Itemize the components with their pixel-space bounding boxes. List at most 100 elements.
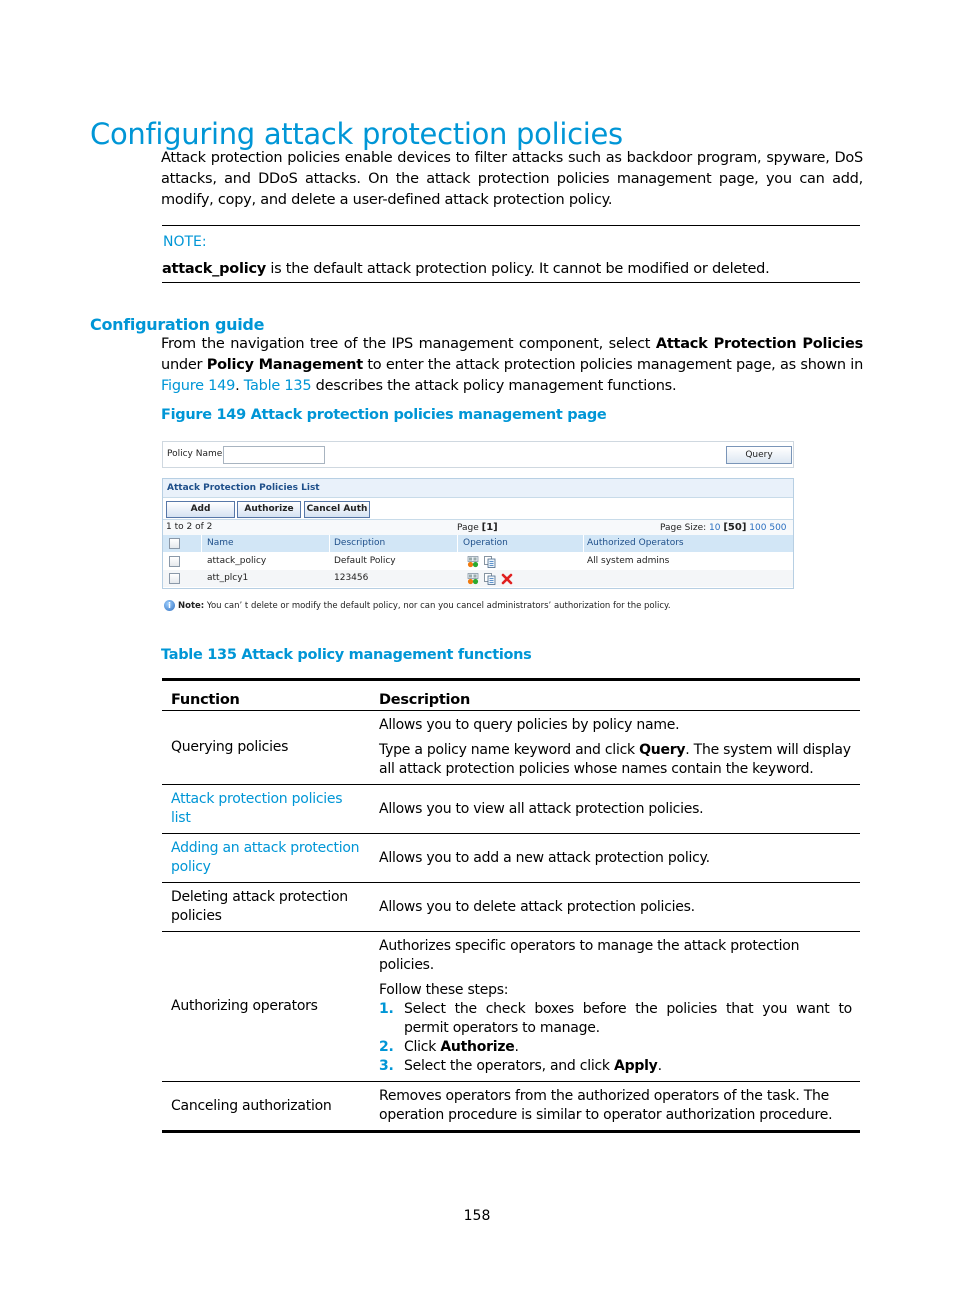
step-text: . [514, 1039, 519, 1055]
function-cell: Deleting attack protection policies [162, 882, 370, 932]
description-cell: Allows you to add a new attack protectio… [370, 833, 860, 883]
page-number: 158 [463, 1208, 491, 1224]
bold-term: Query [639, 742, 686, 758]
page-size-10[interactable]: 10 [709, 523, 720, 533]
step-item: 2. Click Authorize. [379, 1038, 852, 1057]
note-box: NOTE: attack_policy is the default attac… [162, 225, 860, 283]
delete-icon[interactable] [501, 573, 513, 585]
bold-term: Apply [614, 1058, 658, 1074]
table-caption: Table 135 Attack policy management funct… [161, 647, 532, 663]
step-number: 2. [379, 1039, 394, 1055]
copy-icon[interactable] [484, 556, 496, 568]
row-checkbox[interactable] [169, 556, 180, 567]
table-row: attack_policy Default Policy All system … [163, 553, 793, 570]
note-body: is the default attack protection policy.… [266, 261, 770, 277]
function-link[interactable]: Adding an attack protection policy [171, 840, 360, 875]
page-label: Page [457, 523, 482, 533]
policy-description: Default Policy [334, 556, 396, 566]
figure-link[interactable]: Figure 149 [161, 378, 235, 394]
ui-note: i Note: You can’ t delete or modify the d… [164, 600, 671, 611]
step-number: 3. [379, 1058, 394, 1074]
table-row: Deleting attack protection policies Allo… [162, 882, 860, 932]
functions-table: Function Description Querying policies A… [162, 678, 860, 1133]
step-item: 1. Select the check boxes before the poli… [379, 1000, 852, 1038]
list-title-bar: Attack Protection Policies List [163, 479, 793, 498]
description-line: Follow these steps: [379, 982, 509, 998]
intro-paragraph: Attack protection policies enable device… [161, 150, 863, 208]
step-text: . [657, 1058, 662, 1074]
info-icon: i [164, 600, 175, 611]
record-range: 1 to 2 of 2 [166, 522, 213, 532]
function-link[interactable]: Attack protection policies list [171, 791, 343, 826]
authorize-icon[interactable] [467, 573, 479, 585]
page-size-selector: Page Size: 10 [50] 100 500 [660, 522, 787, 533]
query-button[interactable]: Query [726, 446, 792, 464]
text: describes the attack policy management f… [311, 378, 677, 394]
function-cell: Attack protection policies list [162, 784, 370, 834]
description-cell: Allows you to query policies by policy n… [370, 710, 860, 785]
select-all-checkbox[interactable] [169, 538, 180, 549]
current-page: [1] [481, 522, 498, 533]
page-size-label: Page Size: [660, 523, 710, 533]
text: under [161, 357, 207, 373]
function-cell: Authorizing operators [162, 931, 370, 1082]
page-size-500[interactable]: 500 [769, 523, 786, 533]
description-line: Authorizes specific operators to manage … [379, 938, 800, 973]
policy-name: attack_policy [207, 556, 267, 566]
text: Type a policy name keyword and click [379, 742, 640, 758]
list-title: Attack Protection Policies List [167, 483, 320, 493]
row-checkbox[interactable] [169, 573, 180, 584]
add-button[interactable]: Add [166, 501, 235, 518]
table-row: Querying policies Allows you to query po… [162, 710, 860, 785]
page-size-50-current: [50] [723, 522, 747, 533]
description-cell: Authorizes specific operators to manage … [370, 931, 860, 1082]
step-number: 1. [379, 1001, 394, 1017]
table-row: Attack protection policies list Allows y… [162, 784, 860, 834]
column-header-description[interactable]: Description [334, 538, 385, 548]
policy-name-input[interactable] [223, 446, 325, 464]
text: to enter the attack protection policies … [362, 357, 864, 373]
header-description: Description [370, 678, 860, 711]
note-bold-term: attack_policy [162, 261, 266, 277]
function-cell: Adding an attack protection policy [162, 833, 370, 883]
policy-name-label: Policy Name [167, 449, 223, 459]
step-text: Click [404, 1039, 441, 1055]
list-header-row: Name Description Operation Authorized Op… [163, 535, 793, 552]
description-cell: Allows you to view all attack protection… [370, 784, 860, 834]
guide-paragraph: From the navigation tree of the IPS mana… [161, 334, 863, 397]
column-header-operation: Operation [463, 538, 508, 548]
pager-bar: 1 to 2 of 2 Page [1] Page Size: 10 [50] … [163, 519, 793, 535]
description-cell: Allows you to delete attack protection p… [370, 882, 860, 932]
steps-list: 1. Select the check boxes before the poli… [379, 1000, 852, 1076]
policy-name: att_plcy1 [207, 573, 249, 583]
description-line: Type a policy name keyword and click Que… [379, 741, 852, 779]
table-row: att_plcy1 123456 [163, 570, 793, 587]
table-header-row: Function Description [162, 678, 860, 711]
authorized-operators: All system admins [587, 556, 670, 566]
bold-term: Attack Protection Policies [655, 336, 863, 352]
page-size-100[interactable]: 100 [749, 523, 766, 533]
figure-caption: Figure 149 Attack protection policies ma… [161, 407, 607, 423]
step-text: Select the check boxes before the polici… [404, 1001, 852, 1036]
query-bar: Policy Name Query [162, 441, 794, 468]
ui-note-label: Note: [178, 601, 205, 611]
authorize-button[interactable]: Authorize [237, 501, 301, 518]
policy-description: 123456 [334, 573, 369, 583]
description-cell: Removes operators from the authorized op… [370, 1081, 860, 1133]
step-item: 3. Select the operators, and click Apply. [379, 1057, 852, 1076]
cancel-auth-button[interactable]: Cancel Auth [304, 501, 370, 518]
copy-icon[interactable] [484, 573, 496, 585]
description-line: Allows you to query policies by policy n… [379, 717, 680, 733]
authorize-icon[interactable] [467, 556, 479, 568]
table-link[interactable]: Table 135 [244, 378, 312, 394]
text: . [235, 378, 244, 394]
note-text: attack_policy is the default attack prot… [162, 261, 770, 277]
ui-note-text: You can’ t delete or modify the default … [204, 601, 671, 611]
bold-term: Policy Management [206, 357, 363, 373]
bold-term: Authorize [440, 1039, 515, 1055]
column-header-name[interactable]: Name [207, 538, 234, 548]
table-row: Canceling authorization Removes operator… [162, 1081, 860, 1133]
column-header-authorized-operators: Authorized Operators [587, 538, 684, 548]
table-row: Adding an attack protection policy Allow… [162, 833, 860, 883]
note-label: NOTE: [163, 234, 207, 250]
